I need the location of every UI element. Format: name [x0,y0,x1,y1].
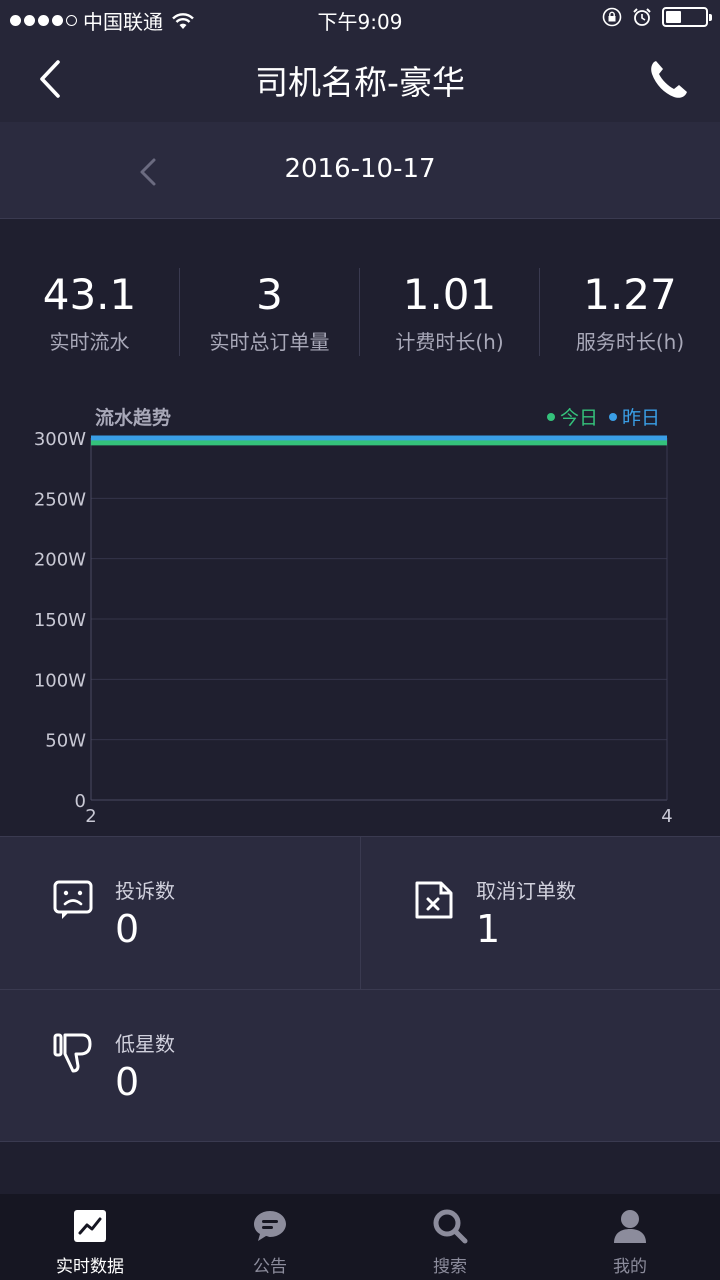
date-selector: 2016-10-17 [0,122,720,219]
rotation-lock-icon [602,7,622,27]
current-date: 2016-10-17 [284,154,436,184]
cancelled-orders-value: 1 [476,907,501,951]
y-tick-label: 300W [34,429,86,450]
y-tick-label: 200W [34,550,86,571]
low-stars-card[interactable]: 低星数 0 [0,990,720,1141]
stat-service-hours: 1.27 服务时长(h) [540,268,720,356]
y-tick-label: 250W [34,489,86,510]
cancelled-orders-label: 取消订单数 [476,879,576,903]
chart-svg: 流水趋势 今日 昨日 050W100W150W200W250W300W 24 [34,406,673,827]
sad-face-icon [53,880,93,919]
revenue-trend-chart: 流水趋势 今日 昨日 0 50W 100W 150W 200W 250W 300W 24 [0,395,720,835]
alarm-icon [633,8,651,26]
complaints-value: 0 [115,907,140,951]
legend-today-dot [547,413,555,421]
realtime-chart-icon [74,1210,106,1242]
status-bar: 中国联通 下午9:09 [0,0,720,38]
profile-icon [614,1210,646,1243]
tab-profile[interactable]: 我的 [540,1194,720,1280]
nav-bar: 司机名称-豪华 [0,38,720,122]
complaints-card[interactable]: 投诉数 0 [0,837,360,989]
stat-value: 1.01 [402,270,497,319]
stat-total-orders: 3 实时总订单量 [180,268,360,356]
complaints-label: 投诉数 [115,879,175,903]
stat-realtime-revenue: 43.1 实时流水 [0,268,180,356]
phone-call-button[interactable] [644,54,692,104]
card-row: 低星数 0 [0,989,720,1142]
stat-value: 43.1 [42,270,137,319]
x-tick-label: 4 [661,806,672,827]
cancelled-document-icon [415,881,453,919]
page-title: 司机名称-豪华 [255,63,465,102]
stat-value: 1.27 [583,270,677,319]
status-right [602,7,712,27]
stat-value: 3 [256,270,283,319]
search-icon [433,1209,468,1244]
thumbs-down-icon [53,1033,92,1073]
stats-row: 43.1 实时流水 3 实时总订单量 1.01 计费时长(h) 1.27 服务时… [0,268,720,356]
legend-today-label: 今日 [560,407,598,429]
stat-label: 实时总订单量 [209,330,330,354]
battery-icon [662,7,712,27]
announcement-icon [254,1211,286,1241]
y-tick-label: 50W [45,731,86,752]
stat-label: 服务时长(h) [575,330,685,354]
stat-label: 计费时长(h) [395,330,504,354]
metrics-cards: 投诉数 0 取消订单数 1 低星数 0 [0,836,720,1142]
tab-label: 公告 [253,1257,287,1277]
legend-yesterday-label: 昨日 [622,407,660,429]
stat-billing-hours: 1.01 计费时长(h) [360,268,540,356]
tab-realtime[interactable]: 实时数据 [0,1194,180,1280]
y-tick-label: 150W [34,610,86,631]
low-stars-label: 低星数 [115,1032,175,1056]
tab-search[interactable]: 搜索 [360,1194,540,1280]
y-tick-label: 100W [34,670,86,691]
chart-title: 流水趋势 [95,406,171,429]
tab-label: 搜索 [433,1257,467,1277]
tab-label: 我的 [613,1257,647,1277]
tab-announcement[interactable]: 公告 [180,1194,360,1280]
cancelled-orders-card[interactable]: 取消订单数 1 [360,837,720,989]
card-row: 投诉数 0 取消订单数 1 [0,836,720,989]
tab-bar: 实时数据 公告 搜索 我的 [0,1194,720,1280]
x-tick-label: 2 [85,806,96,827]
stat-label: 实时流水 [49,330,130,354]
tab-label: 实时数据 [56,1257,124,1277]
low-stars-value: 0 [115,1060,140,1104]
legend-yesterday-dot [609,413,617,421]
